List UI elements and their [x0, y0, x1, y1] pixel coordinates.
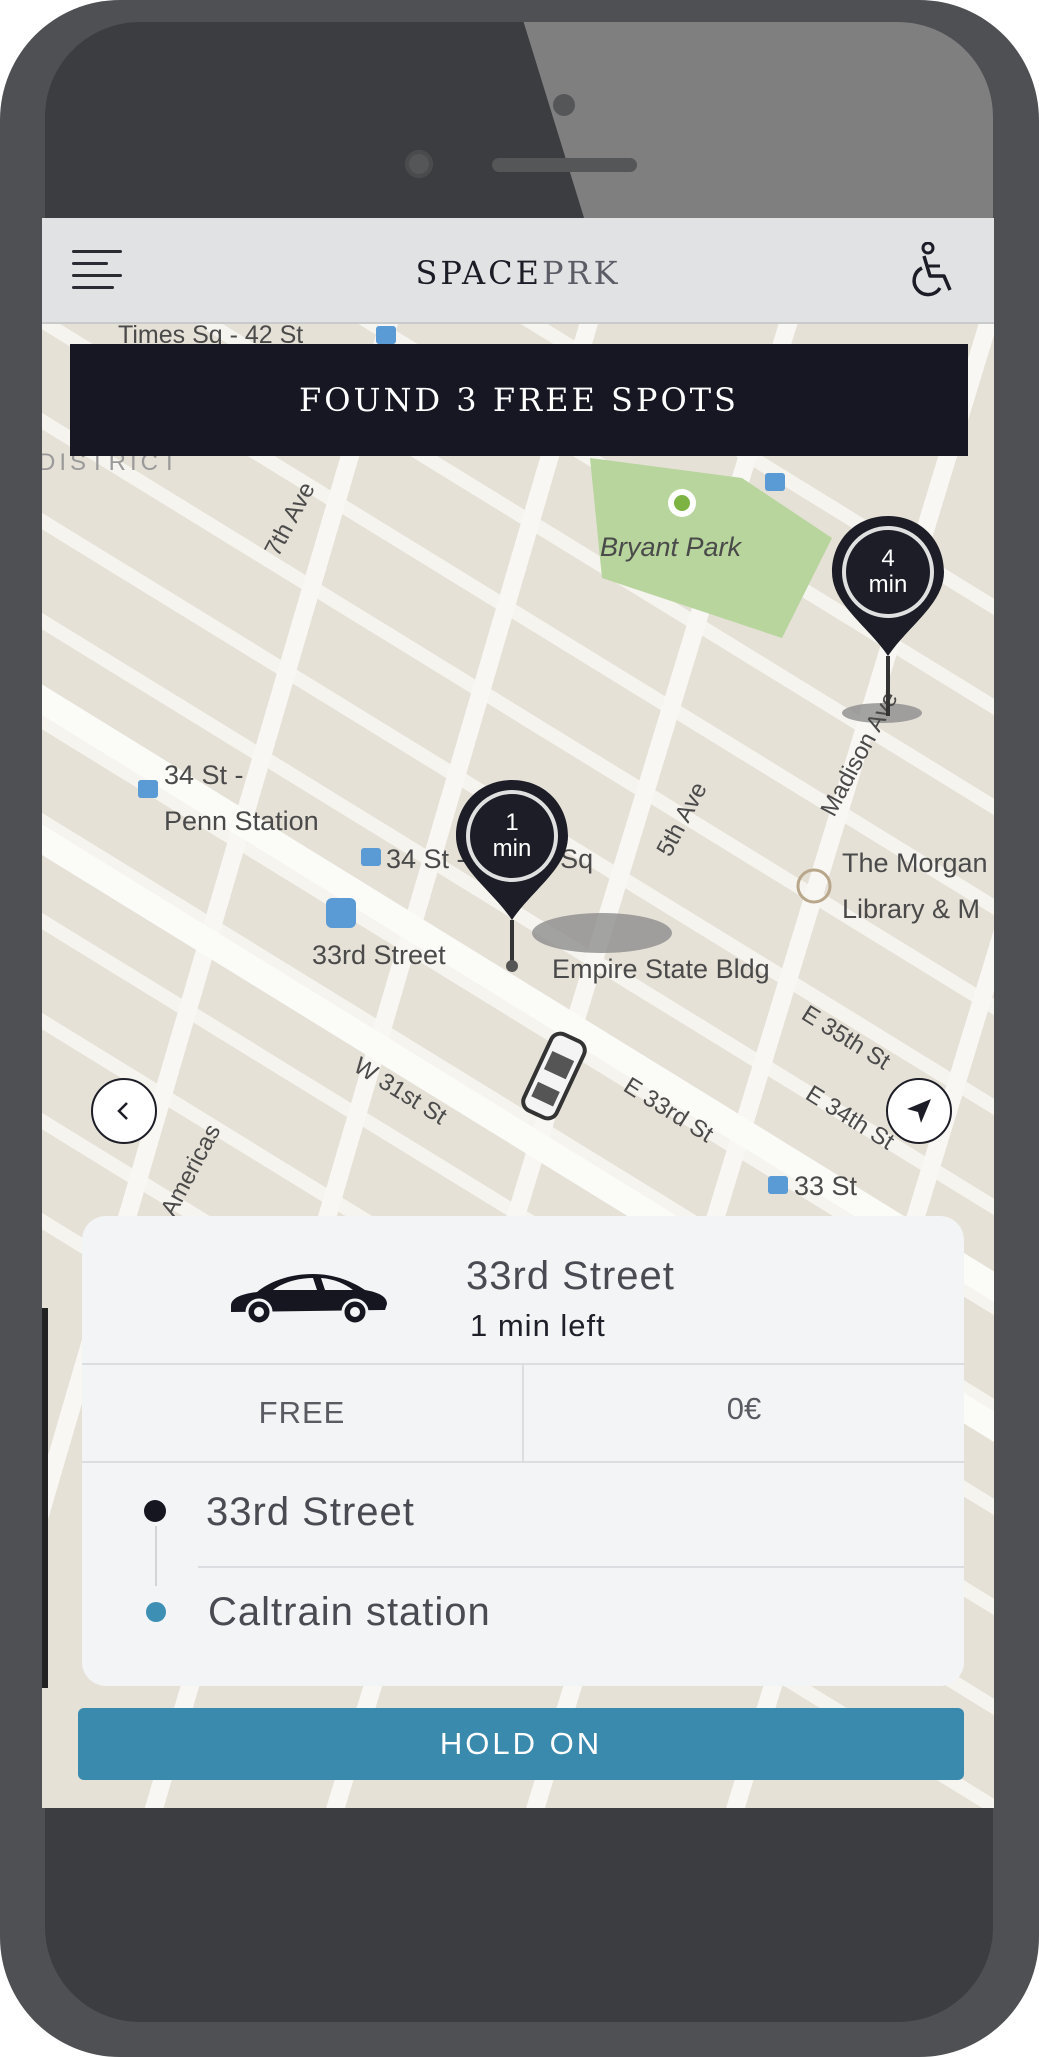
spot-info-card: 33rd Street 1 min left FREE 0€ 33rd Stre…	[82, 1216, 964, 1686]
found-spots-banner: FOUND 3 FREE SPOTS	[70, 344, 968, 456]
spot-time-left: 1 min left	[470, 1308, 606, 1343]
map-label-bryant-park: Bryant Park	[600, 532, 743, 562]
pin-4-unit: min	[868, 571, 908, 598]
brand-part-1: SPACE	[415, 254, 542, 292]
car-icon	[231, 1274, 387, 1324]
brand-part-2: PRK	[541, 254, 621, 292]
map-label-penn-line2: Penn Station	[164, 806, 319, 836]
price-value: 0€	[726, 1391, 762, 1426]
locate-me-icon[interactable]	[886, 1078, 952, 1144]
pin-1-unit: min	[492, 835, 532, 862]
spot-summary-row: 33rd Street 1 min left	[82, 1216, 964, 1365]
map-label-33-st: 33 St	[794, 1171, 858, 1201]
route-destination[interactable]: Caltrain station	[208, 1590, 491, 1635]
app-header: SPACEPRK	[42, 218, 994, 324]
back-chevron-icon[interactable]	[91, 1078, 157, 1144]
route-divider	[198, 1566, 964, 1568]
price-row: FREE 0€	[82, 1365, 964, 1463]
map-label-morgan-line1: The Morgan	[842, 848, 988, 878]
map-label-33rd-street: 33rd Street	[312, 940, 446, 970]
route-destination-dot	[146, 1602, 166, 1622]
phone-frame: Times Sq - 42 St DISTRICT 7th Ave Bryant…	[0, 0, 1039, 2057]
phone-speaker	[492, 158, 637, 172]
map-pin-1min[interactable]: 1 min	[452, 780, 572, 980]
map-label-penn-line1: 34 St -	[164, 760, 244, 790]
app-screen: Times Sq - 42 St DISTRICT 7th Ave Bryant…	[42, 218, 994, 1808]
map-label-morgan-line2: Library & M	[842, 894, 980, 924]
route-connector	[155, 1526, 157, 1586]
wheelchair-icon[interactable]	[910, 241, 958, 298]
price-type: FREE	[82, 1365, 524, 1461]
pin-1-number: 1	[505, 809, 519, 836]
spot-title: 33rd Street	[466, 1254, 675, 1298]
pin-4-number: 4	[881, 545, 895, 572]
phone-glare	[523, 22, 993, 232]
route-origin[interactable]: 33rd Street	[206, 1490, 415, 1535]
map-label-empire-state: Empire State Bldg	[552, 954, 770, 984]
phone-sensor	[553, 94, 575, 116]
hold-on-button[interactable]: HOLD ON	[78, 1708, 964, 1780]
app-logo: SPACEPRK	[42, 254, 994, 292]
route-origin-dot	[144, 1500, 166, 1522]
phone-camera	[405, 150, 433, 178]
banner-text: FOUND 3 FREE SPOTS	[299, 381, 739, 419]
map-pin-4min[interactable]: 4 min	[828, 516, 948, 716]
